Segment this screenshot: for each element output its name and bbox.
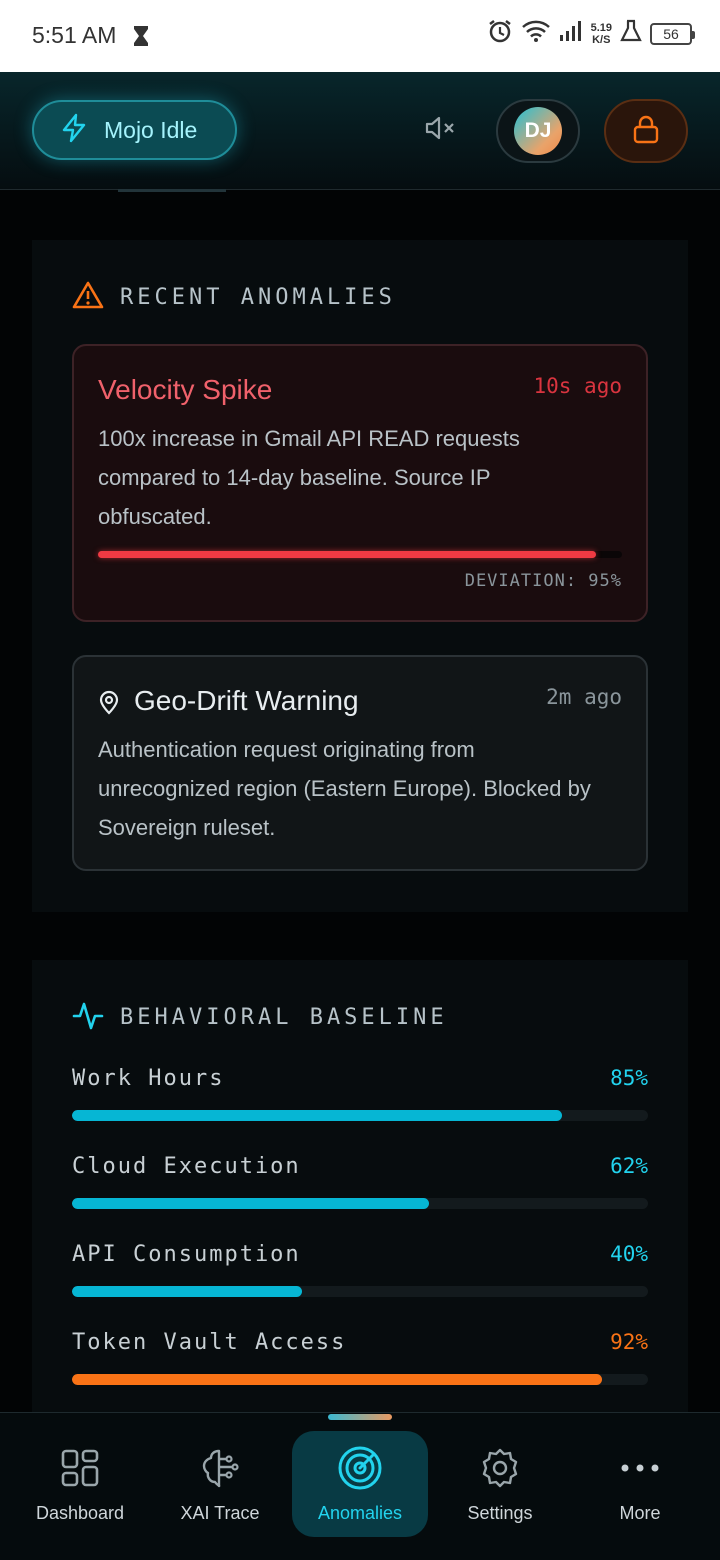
alarm-icon (487, 18, 513, 49)
active-tab-indicator (328, 1414, 392, 1420)
brain-circuit-icon (199, 1445, 241, 1491)
radar-icon (337, 1445, 383, 1491)
metric-name: Cloud Execution (72, 1154, 301, 1179)
warning-triangle-icon (72, 280, 104, 315)
nav-label: Dashboard (35, 1503, 125, 1523)
deviation-label: DEVIATION: 95% (464, 571, 622, 591)
metric-name: Work Hours (72, 1066, 225, 1091)
hourglass-icon (132, 24, 150, 53)
metric-bar-fill (72, 1286, 303, 1297)
deviation-bar-fill (98, 551, 596, 558)
metric-percent: 62% (610, 1154, 648, 1178)
anomaly-card-velocity[interactable]: Velocity Spike 10s ago 100x increase in … (72, 344, 648, 622)
metric-percent: 92% (610, 1330, 648, 1354)
metric-name: API Consumption (72, 1242, 301, 1267)
metric-percent: 85% (610, 1066, 648, 1090)
nav-label: Anomalies (317, 1503, 403, 1523)
signal-icon (559, 20, 583, 47)
status-time: 5:51 AM (32, 22, 117, 48)
avatar: DJ (514, 107, 562, 155)
nav-label: XAI Trace (180, 1503, 260, 1523)
nav-anomalies[interactable]: Anomalies (292, 1431, 428, 1537)
metric-bar (72, 1110, 648, 1121)
metric-cloud-execution: Cloud Execution 62% (72, 1154, 648, 1214)
section-title: BEHAVIORAL BASELINE (120, 1005, 448, 1030)
anomalies-header: RECENT ANOMALIES (72, 280, 396, 315)
behavioral-baseline-panel: BEHAVIORAL BASELINE Work Hours 85% Cloud… (32, 960, 688, 1420)
metric-name: Token Vault Access (72, 1330, 347, 1355)
mute-button[interactable] (420, 112, 460, 148)
metric-bar (72, 1286, 648, 1297)
metric-percent: 40% (610, 1242, 648, 1266)
status-bar: 5:51 AM 5.19 K/S 56 (0, 0, 720, 72)
anomaly-card-geo[interactable]: Geo-Drift Warning 2m ago Authentication … (72, 655, 648, 871)
more-dots-icon (620, 1445, 660, 1491)
metric-bar-fill (72, 1198, 430, 1209)
header-divider (118, 189, 226, 192)
gear-icon (479, 1445, 521, 1491)
recent-anomalies-panel: RECENT ANOMALIES Velocity Spike 10s ago … (32, 240, 688, 912)
metric-bar (72, 1198, 648, 1209)
metric-bar-fill (72, 1374, 602, 1385)
mojo-status-button[interactable]: Mojo Idle (32, 100, 237, 160)
battery-indicator: 56 (650, 22, 695, 45)
anomaly-time: 2m ago (546, 685, 622, 709)
metric-token-vault-access: Token Vault Access 92% (72, 1330, 648, 1390)
metric-work-hours: Work Hours 85% (72, 1066, 648, 1126)
lightning-icon (60, 113, 88, 148)
anomaly-title: Velocity Spike (98, 374, 273, 405)
status-icons: 5.19 K/S 56 (487, 18, 695, 49)
net-speed: 5.19 K/S (590, 21, 612, 46)
anomaly-description: Authentication request originating from … (98, 737, 591, 840)
lock-icon (632, 114, 660, 149)
mojo-status-label: Mojo Idle (104, 116, 198, 143)
grid-icon (60, 1445, 100, 1491)
flask-icon (620, 19, 642, 48)
nav-settings[interactable]: Settings (432, 1431, 568, 1537)
lock-button[interactable] (604, 99, 688, 163)
nav-more[interactable]: More (572, 1431, 708, 1537)
app-header: Mojo Idle DJ (0, 72, 720, 192)
anomaly-time: 10s ago (533, 374, 622, 398)
baseline-header: BEHAVIORAL BASELINE (72, 1000, 448, 1035)
nav-dashboard[interactable]: Dashboard (12, 1431, 148, 1537)
bottom-navigation: Dashboard XAI Trace Anomalies Settings M… (0, 1412, 720, 1560)
metric-bar (72, 1374, 648, 1385)
deviation-bar (98, 551, 622, 558)
nav-xai-trace[interactable]: XAI Trace (152, 1431, 288, 1537)
anomaly-description: 100x increase in Gmail API READ requests… (98, 426, 520, 529)
activity-pulse-icon (72, 1000, 104, 1035)
profile-button[interactable]: DJ (496, 99, 580, 163)
nav-label: Settings (467, 1503, 533, 1523)
nav-label: More (619, 1503, 661, 1523)
location-pin-icon (98, 689, 120, 720)
section-title: RECENT ANOMALIES (120, 285, 396, 310)
anomaly-title: Geo-Drift Warning (134, 685, 359, 716)
wifi-icon (521, 19, 551, 48)
metric-bar-fill (72, 1110, 562, 1121)
metric-api-consumption: API Consumption 40% (72, 1242, 648, 1302)
volume-mute-icon (424, 115, 456, 146)
